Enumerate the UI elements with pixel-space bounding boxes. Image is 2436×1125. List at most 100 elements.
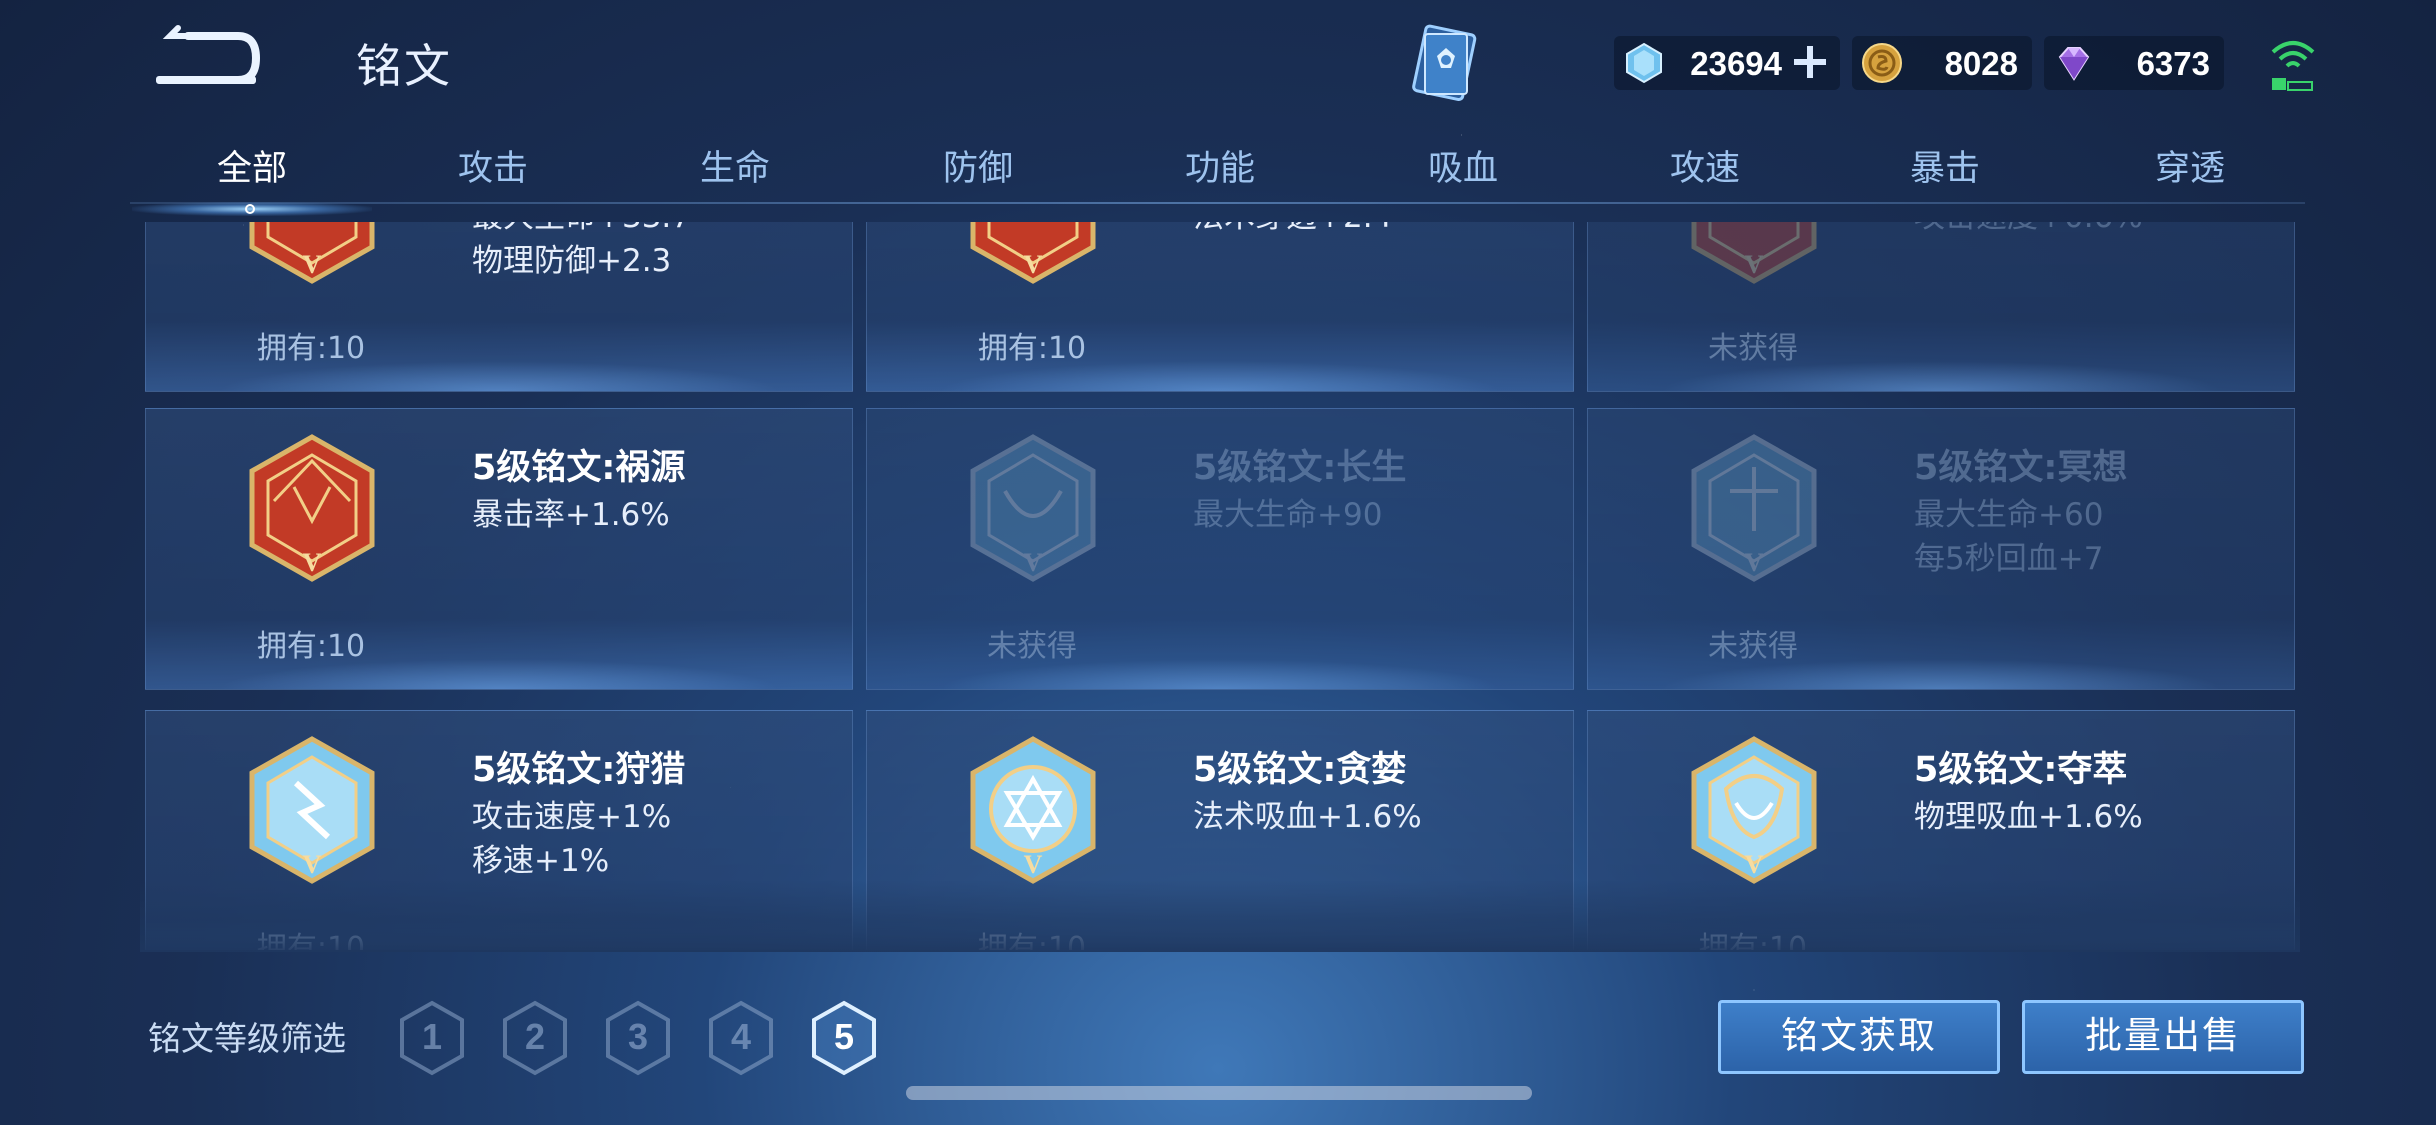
blue-rune-icon: V xyxy=(970,736,1096,884)
svg-text:V: V xyxy=(1745,548,1764,577)
gold-value: 8028 xyxy=(1944,45,2018,82)
svg-text:V: V xyxy=(1745,850,1764,879)
diamond-icon xyxy=(1626,42,1662,84)
tab-label: 攻击 xyxy=(457,149,528,189)
rune-name: 5级铭文:贪婪 xyxy=(1193,750,1407,790)
diamond-value: 23694 xyxy=(1690,45,1782,82)
rune-name: 5级铭文:冥想 xyxy=(1914,448,2128,488)
tab-label: 暴击 xyxy=(1909,149,1980,189)
level-filter-3[interactable]: 3 xyxy=(604,1000,672,1076)
rune-owned-count: 拥有:10 xyxy=(1698,931,1808,950)
level-filter-5[interactable]: 5 xyxy=(810,1000,878,1076)
rune-owned-count: 拥有:10 xyxy=(977,931,1087,950)
tab-utility[interactable]: 功能 xyxy=(1140,140,1300,200)
blue-rune-icon: V xyxy=(1691,434,1817,582)
add-diamond-button[interactable] xyxy=(1790,42,1830,82)
rune-owned-count: 未获得 xyxy=(1708,629,1798,664)
rune-name: 5级铭文:夺萃 xyxy=(1914,750,2128,790)
rune-stat: 物理防御+2.3 xyxy=(472,243,672,279)
rune-stats: 攻击速度+0.6% xyxy=(1914,222,2143,239)
plus-icon xyxy=(1794,46,1826,78)
gem-value: 6373 xyxy=(2136,45,2210,82)
svg-text:V: V xyxy=(1745,250,1764,279)
rune-card[interactable]: V 5级铭文:祸源 暴击率+1.6% 拥有:10 xyxy=(145,408,853,690)
gold-coin-icon xyxy=(1862,43,1902,83)
level-number: 2 xyxy=(524,1016,546,1057)
level-filter-label: 铭文等级筛选 xyxy=(148,1019,346,1058)
level-number: 1 xyxy=(421,1016,443,1057)
rune-card[interactable]: V 5级铭文:夺萃 物理吸血+1.6% 拥有:10 xyxy=(1587,710,2295,950)
blue-rune-icon: V xyxy=(1691,736,1817,884)
rune-card[interactable]: V 攻击速度+0.6% 未获得 xyxy=(1587,222,2295,392)
rune-stat: 最大生命+90 xyxy=(1193,497,1383,533)
category-tabs: 全部 攻击 生命 防御 功能 吸血 攻速 暴击 穿透 xyxy=(130,130,2305,216)
tab-penetration[interactable]: 穿透 xyxy=(2110,140,2270,200)
top-bar: 铭文 23694 8028 6373 xyxy=(0,0,2436,130)
level-filter-1[interactable]: 1 xyxy=(398,1000,466,1076)
rune-stats: 最大生命+90 xyxy=(1193,493,1382,537)
rune-owned-count: 拥有:10 xyxy=(256,331,366,366)
svg-text:V: V xyxy=(1024,548,1043,577)
back-button[interactable] xyxy=(148,22,268,98)
rune-stats: 法术吸血+1.6% xyxy=(1193,795,1422,839)
rune-card[interactable]: V 法术穿透+2.4 拥有:10 xyxy=(866,222,1574,392)
rune-stats: 暴击率+1.6% xyxy=(472,493,670,537)
tab-label: 吸血 xyxy=(1427,149,1498,189)
batch-sell-button[interactable]: 批量出售 xyxy=(2022,1000,2304,1074)
rune-stats: 物理吸血+1.6% xyxy=(1914,795,2143,839)
rune-card[interactable]: V 5级铭文:贪婪 法术吸血+1.6% 拥有:10 xyxy=(866,710,1574,950)
rune-obtain-button[interactable]: 铭文获取 xyxy=(1718,1000,2000,1074)
rune-stat: 法术吸血+1.6% xyxy=(1193,799,1422,835)
tab-health[interactable]: 生命 xyxy=(655,140,815,200)
rune-stats: 法术穿透+2.4 xyxy=(1193,222,1392,239)
svg-text:V: V xyxy=(1024,850,1043,879)
tab-label: 生命 xyxy=(699,149,770,189)
tab-label: 穿透 xyxy=(2154,149,2225,189)
gem-counter: 6373 xyxy=(2044,36,2224,90)
rune-grid[interactable]: V 最大生命+33.7 物理防御+2.3 拥有:10 V 法术穿透+2.4 拥有… xyxy=(140,222,2300,950)
tab-label: 防御 xyxy=(942,149,1013,189)
rune-name: 5级铭文:狩猎 xyxy=(472,750,686,790)
rune-card[interactable]: V 5级铭文:狩猎 攻击速度+1% 移速+1% 拥有:10 xyxy=(145,710,853,950)
level-number: 4 xyxy=(730,1016,752,1057)
rune-stats: 最大生命+60 每5秒回血+7 xyxy=(1914,493,2103,581)
tab-label: 全部 xyxy=(216,149,287,189)
rune-stat: 最大生命+33.7 xyxy=(472,222,691,239)
tab-attack[interactable]: 攻击 xyxy=(413,140,573,200)
back-arrow-icon xyxy=(156,25,261,84)
tab-all[interactable]: 全部 xyxy=(132,140,372,216)
rune-stat: 每5秒回血+7 xyxy=(1914,541,2104,577)
home-indicator[interactable] xyxy=(906,1086,1532,1100)
rune-stat: 物理吸血+1.6% xyxy=(1914,799,2143,835)
rune-card[interactable]: V 最大生命+33.7 物理防御+2.3 拥有:10 xyxy=(145,222,853,392)
svg-text:V: V xyxy=(303,548,322,577)
tab-crit[interactable]: 暴击 xyxy=(1865,140,2025,200)
diamond-counter: 23694 xyxy=(1614,36,1840,90)
tab-lifesteal[interactable]: 吸血 xyxy=(1383,140,1543,200)
tabbar-divider xyxy=(130,202,2305,204)
blue-rune-icon: V xyxy=(249,736,375,884)
gold-counter: 8028 xyxy=(1852,36,2032,90)
tab-defense[interactable]: 防御 xyxy=(898,140,1058,200)
tab-attack-speed[interactable]: 攻速 xyxy=(1625,140,1785,200)
page-title: 铭文 xyxy=(356,39,452,93)
rune-owned-count: 拥有:10 xyxy=(256,629,366,664)
level-filter-2[interactable]: 2 xyxy=(501,1000,569,1076)
rune-card[interactable]: V 5级铭文:冥想 最大生命+60 每5秒回血+7 未获得 xyxy=(1587,408,2295,690)
svg-text:V: V xyxy=(1024,250,1043,279)
rune-book-icon[interactable] xyxy=(1405,22,1485,108)
rune-card[interactable]: V 5级铭文:长生 最大生命+90 未获得 xyxy=(866,408,1574,690)
level-filter-4[interactable]: 4 xyxy=(707,1000,775,1076)
rune-stats: 攻击速度+1% 移速+1% xyxy=(472,795,671,883)
rune-name: 5级铭文:长生 xyxy=(1193,448,1407,488)
rune-stat: 暴击率+1.6% xyxy=(472,497,670,533)
rune-name: 5级铭文:祸源 xyxy=(472,448,686,488)
rune-owned-count: 未获得 xyxy=(1708,331,1798,366)
active-tab-dot xyxy=(245,204,255,214)
level-number: 5 xyxy=(833,1016,855,1057)
red-rune-icon: V xyxy=(970,222,1096,284)
rune-stat: 法术穿透+2.4 xyxy=(1193,222,1392,239)
network-signal-icon xyxy=(2268,32,2318,92)
level-number: 3 xyxy=(627,1016,649,1057)
red-rune-icon: V xyxy=(249,434,375,582)
